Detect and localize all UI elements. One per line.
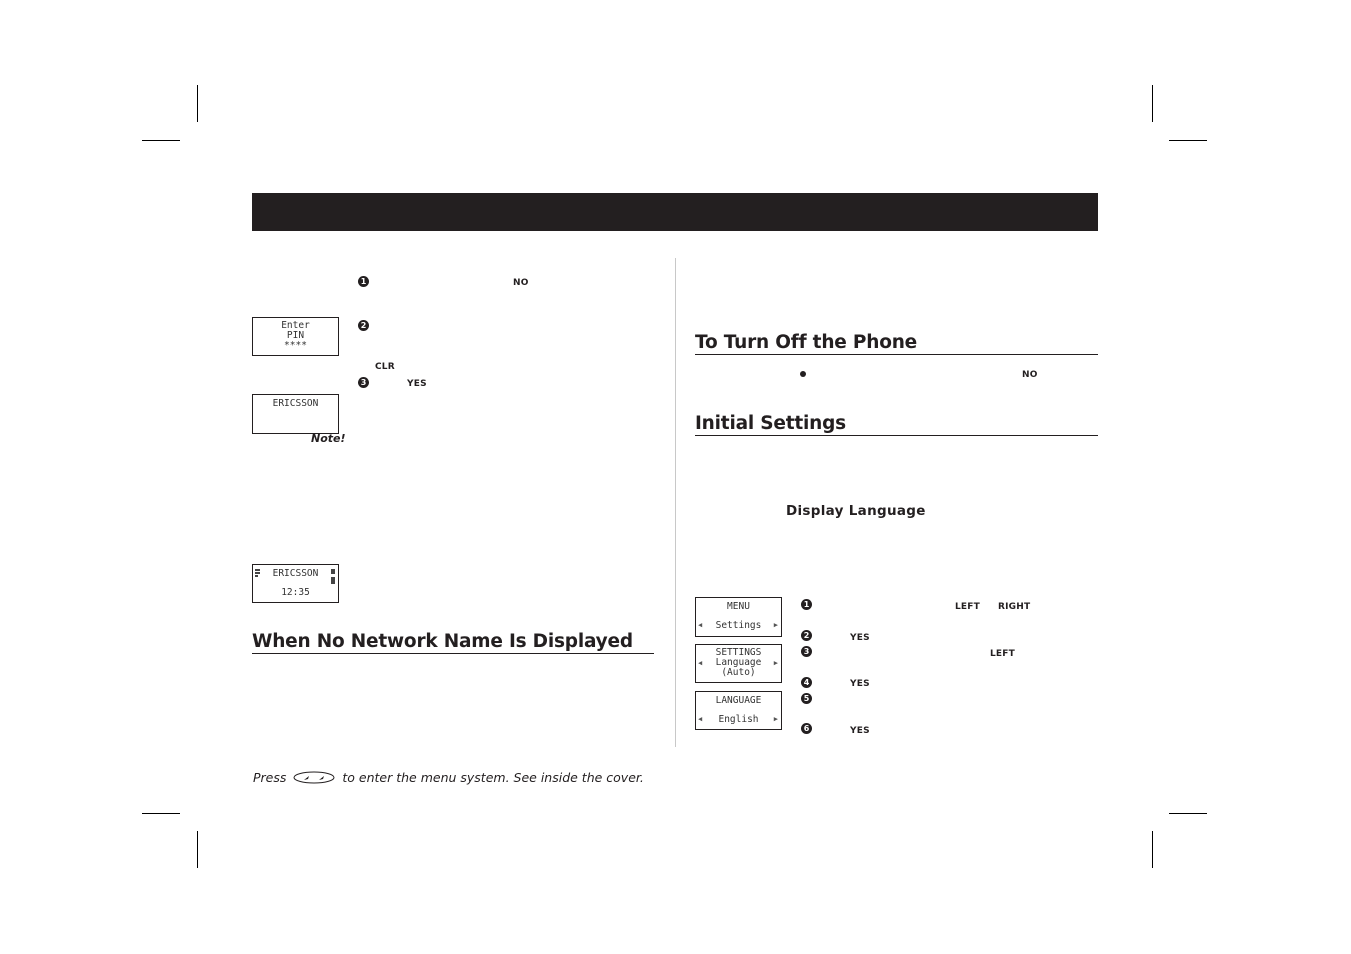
lcd-line: Settings <box>715 620 762 631</box>
arrow-right-icon: ▶ <box>773 621 778 629</box>
lcd-language: LANGUAGE ◀ English ▶ <box>695 691 782 730</box>
battery-level-icon <box>331 577 335 584</box>
crop-mark <box>142 813 180 814</box>
key-yes: YES <box>850 633 870 643</box>
crop-mark <box>1169 813 1207 814</box>
lcd-standby: ERICSSON 12:35 <box>252 564 339 603</box>
crop-mark <box>1169 140 1207 141</box>
lcd-enter-pin: Enter PIN **** <box>252 317 339 356</box>
step-number-3: 3 <box>358 377 369 388</box>
subheading-display-language: Display Language <box>786 503 926 519</box>
signal-strength-icon <box>255 569 260 578</box>
lcd-line: (Auto) <box>721 667 756 678</box>
lcd-line: ERICSSON <box>272 398 319 409</box>
arrow-left-icon: ◀ <box>698 659 703 667</box>
key-no: NO <box>1022 370 1038 380</box>
key-yes: YES <box>850 726 870 736</box>
key-yes: YES <box>850 679 870 689</box>
note-label: Note! <box>311 432 346 445</box>
column-divider <box>675 258 676 747</box>
section-heading-no-network: When No Network Name Is Displayed <box>252 631 654 654</box>
menu-key-icon <box>293 771 335 784</box>
step-number-5: 5 <box>801 693 812 704</box>
lcd-line: LANGUAGE <box>715 695 762 706</box>
key-left: LEFT <box>955 602 980 612</box>
key-yes: YES <box>407 379 427 389</box>
footer-note: Press to enter the menu system. See insi… <box>253 770 644 785</box>
step-number-3: 3 <box>801 646 812 657</box>
crop-mark <box>1152 831 1153 868</box>
lcd-line: English <box>718 714 759 725</box>
lcd-line: **** <box>284 340 307 351</box>
footer-prefix: Press <box>253 770 287 785</box>
key-right: RIGHT <box>998 602 1031 612</box>
footer-suffix: to enter the menu system. See inside the… <box>342 770 644 785</box>
crop-mark <box>197 85 198 122</box>
step-number-2: 2 <box>358 320 369 331</box>
battery-icon <box>331 569 335 574</box>
step-number-2: 2 <box>801 630 812 641</box>
lcd-line: 12:35 <box>281 587 310 598</box>
key-left: LEFT <box>990 649 1015 659</box>
step-number-4: 4 <box>801 677 812 688</box>
lcd-line: MENU <box>727 601 750 612</box>
key-no: NO <box>513 278 529 288</box>
arrow-right-icon: ▶ <box>773 659 778 667</box>
step-number-6: 6 <box>801 723 812 734</box>
arrow-left-icon: ◀ <box>698 621 703 629</box>
arrow-left-icon: ◀ <box>698 715 703 723</box>
crop-mark <box>142 140 180 141</box>
step-number-1: 1 <box>358 276 369 287</box>
lcd-ericsson: ERICSSON <box>252 394 339 434</box>
lcd-line: ERICSSON <box>272 568 319 579</box>
lcd-menu: MENU ◀ Settings ▶ <box>695 597 782 637</box>
lcd-settings: SETTINGS ◀ Language ▶ (Auto) <box>695 644 782 683</box>
arrow-right-icon: ▶ <box>773 715 778 723</box>
bullet-icon <box>800 371 806 377</box>
section-heading-initial-settings: Initial Settings <box>695 413 1098 436</box>
page-header-bar <box>252 193 1098 231</box>
crop-mark <box>197 831 198 868</box>
section-heading-turn-off: To Turn Off the Phone <box>695 332 1098 355</box>
key-clr: CLR <box>375 362 395 372</box>
step-number-1: 1 <box>801 599 812 610</box>
crop-mark <box>1152 85 1153 122</box>
